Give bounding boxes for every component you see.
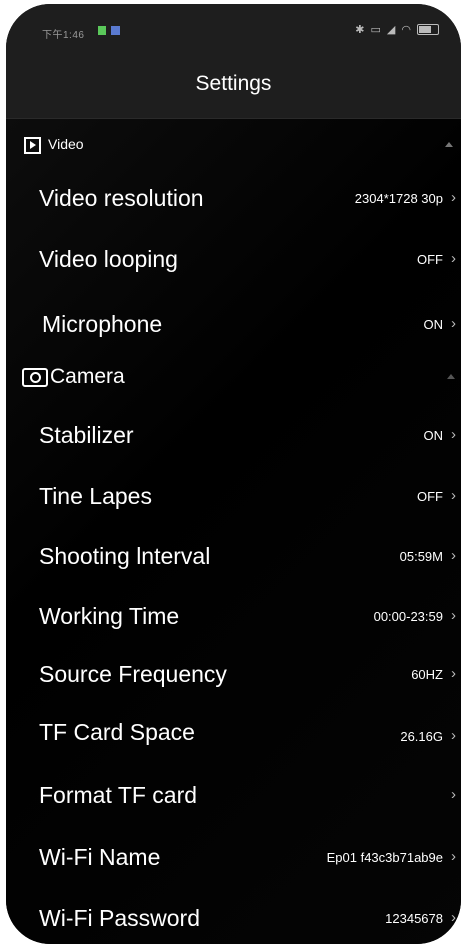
section-header-camera[interactable]: Camera	[6, 361, 461, 395]
chevron-right-icon: ›	[451, 487, 456, 504]
wifi-icon: ◠	[401, 24, 411, 36]
phone-frame: 下午1:46 ✱ ▭ ◢ ◠ Settings Video Video reso…	[6, 4, 461, 944]
setting-value: 26.16G	[400, 729, 443, 744]
setting-row-format-tf-card[interactable]: Format TF card ›	[6, 768, 461, 824]
bluetooth-icon: ✱	[355, 24, 365, 36]
setting-value: 12345678	[385, 911, 443, 926]
setting-label: Working Time	[39, 603, 180, 629]
setting-row-source-frequency[interactable]: Source Frequency 60HZ ›	[6, 647, 461, 703]
chevron-right-icon: ›	[451, 665, 456, 682]
setting-row-tf-card-space[interactable]: TF Card Space 26.16G ›	[6, 705, 461, 761]
page-title: Settings	[195, 72, 272, 95]
setting-label: Video looping	[39, 246, 178, 272]
chevron-right-icon: ›	[451, 250, 456, 267]
setting-value: 2304*1728 30p	[354, 191, 443, 206]
setting-label: Tine Lapes	[39, 483, 152, 509]
chevron-right-icon: ›	[451, 547, 456, 564]
setting-row-video-resolution[interactable]: Video resolution 2304*1728 30p ›	[6, 171, 461, 227]
setting-row-video-looping[interactable]: Video looping OFF ›	[6, 232, 461, 288]
battery-icon	[417, 24, 439, 35]
setting-value: 00:00-23:59	[373, 609, 443, 624]
video-icon	[24, 137, 41, 154]
setting-label: Shooting lnterval	[39, 543, 211, 569]
chevron-right-icon: ›	[451, 607, 456, 624]
setting-value: ON	[423, 428, 444, 443]
setting-label: Wi-Fi Password	[39, 905, 201, 931]
setting-row-working-time[interactable]: Working Time 00:00-23:59 ›	[6, 589, 461, 645]
setting-value: 05:59M	[399, 549, 443, 564]
setting-value: ON	[423, 317, 444, 332]
signal-icon: ◢	[386, 24, 396, 36]
setting-row-stabilizer[interactable]: Stabilizer ON ›	[6, 408, 461, 464]
setting-label: Wi-Fi Name	[39, 844, 161, 870]
setting-label: Stabilizer	[39, 422, 134, 448]
section-header-video[interactable]: Video	[6, 132, 461, 160]
setting-row-wifi-password[interactable]: Wi-Fi Password 12345678 ›	[6, 891, 461, 944]
setting-label: Format TF card	[39, 782, 198, 808]
status-system-icons: ✱ ▭ ◢ ◠	[355, 23, 439, 36]
collapse-icon[interactable]	[445, 142, 453, 147]
setting-label: Microphone	[42, 311, 163, 337]
chevron-right-icon: ›	[451, 426, 456, 443]
setting-value: Ep01 f43c3b71ab9e	[326, 850, 443, 865]
chevron-right-icon: ›	[451, 727, 456, 744]
chevron-right-icon: ›	[451, 315, 456, 332]
camera-icon	[22, 368, 48, 387]
collapse-icon[interactable]	[447, 374, 455, 379]
section-label: Camera	[50, 365, 125, 388]
chevron-right-icon: ›	[451, 848, 456, 865]
setting-label: Source Frequency	[39, 661, 227, 687]
chevron-right-icon: ›	[451, 786, 456, 803]
setting-value: OFF	[417, 252, 443, 267]
image-notification-icon	[111, 26, 120, 35]
title-bar: Settings	[6, 52, 461, 119]
status-time: 下午1:46	[42, 30, 85, 41]
status-bar: 下午1:46 ✱ ▭ ◢ ◠	[6, 4, 461, 52]
setting-row-shooting-interval[interactable]: Shooting lnterval 05:59M ›	[6, 529, 461, 585]
status-notification-icons	[98, 26, 120, 35]
setting-value: 60HZ	[411, 667, 443, 682]
setting-row-time-lapse[interactable]: Tine Lapes OFF ›	[6, 469, 461, 525]
app-notification-icon	[98, 26, 106, 35]
data-icon: ▭	[370, 24, 381, 36]
setting-label: TF Card Space	[39, 719, 195, 745]
settings-list: Video Video resolution 2304*1728 30p › V…	[6, 119, 461, 944]
section-label: Video	[48, 136, 84, 152]
chevron-right-icon: ›	[451, 189, 456, 206]
chevron-right-icon: ›	[451, 909, 456, 926]
setting-row-microphone[interactable]: Microphone ON ›	[6, 297, 461, 353]
setting-label: Video resolution	[39, 185, 204, 211]
setting-row-wifi-name[interactable]: Wi-Fi Name Ep01 f43c3b71ab9e ›	[6, 830, 461, 886]
setting-value: OFF	[417, 489, 443, 504]
